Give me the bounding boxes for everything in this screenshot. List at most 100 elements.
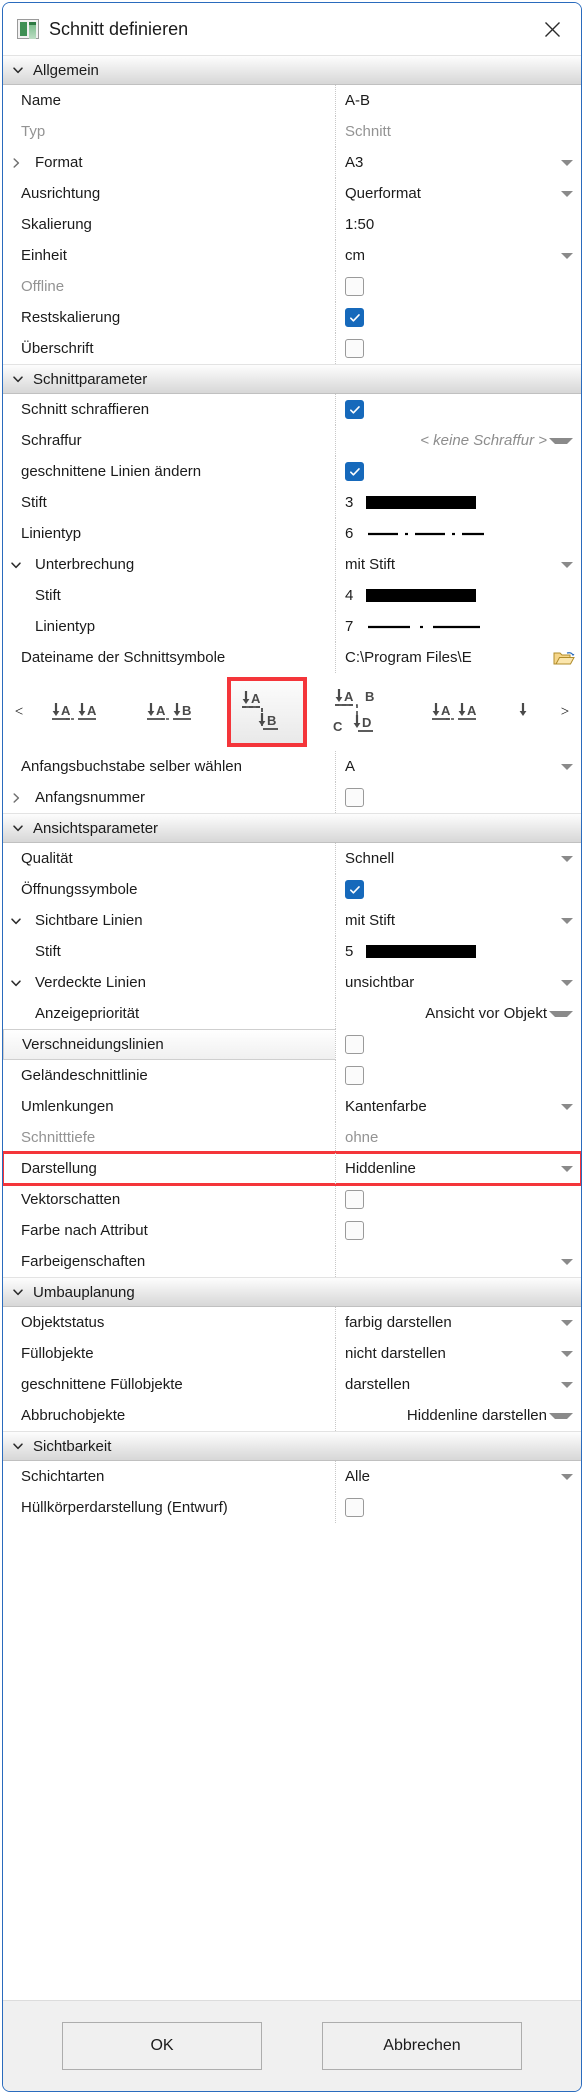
chevron-down-icon[interactable] xyxy=(9,558,23,572)
checkbox-gelaendeschnittlinie[interactable] xyxy=(335,1060,581,1091)
property-row[interactable]: AnzeigeprioritätAnsicht vor Objekt xyxy=(3,998,581,1029)
checkbox-box[interactable] xyxy=(345,1221,364,1240)
checkbox-farbe-nach-attribut[interactable] xyxy=(335,1215,581,1246)
property-row[interactable]: SchichtartenAlle xyxy=(3,1461,581,1492)
chevron-down-icon[interactable] xyxy=(561,764,573,770)
property-row[interactable]: Stift3 xyxy=(3,487,581,518)
property-row[interactable]: DarstellungHiddenline xyxy=(3,1153,581,1184)
property-row[interactable]: AusrichtungQuerformat xyxy=(3,178,581,209)
property-row[interactable]: Objektstatusfarbig darstellen xyxy=(3,1307,581,1338)
section-header-allgemein[interactable]: Allgemein xyxy=(3,55,581,85)
chevron-down-icon[interactable] xyxy=(561,918,573,924)
chevron-down-icon[interactable] xyxy=(549,438,573,444)
linetype-value-linientyp[interactable]: 7 xyxy=(335,611,581,642)
checkbox-vektorschatten[interactable] xyxy=(335,1184,581,1215)
pen-color-swatch[interactable] xyxy=(366,945,476,958)
pen-value-stift[interactable]: 4 xyxy=(335,580,581,611)
checkbox-box[interactable] xyxy=(345,277,364,296)
dropdown-abbruchobjekte[interactable]: Hiddenline darstellen xyxy=(335,1400,581,1431)
chevron-down-icon[interactable] xyxy=(561,1259,573,1265)
checkbox-geschnittene-linien-aendern[interactable] xyxy=(335,456,581,487)
property-row[interactable]: Farbeigenschaften xyxy=(3,1246,581,1277)
property-row[interactable]: Schraffur< keine Schraffur > xyxy=(3,425,581,456)
dropdown-geschnittene-fuellobjekte[interactable]: darstellen xyxy=(335,1369,581,1400)
checkbox-offline[interactable] xyxy=(335,271,581,302)
property-row[interactable]: Sichtbare Linienmit Stift xyxy=(3,905,581,936)
section-symbol-picker[interactable]: <AAABABABCDAA> xyxy=(3,673,581,751)
dropdown-ausrichtung[interactable]: Querformat xyxy=(335,178,581,209)
chevron-down-icon[interactable] xyxy=(561,1351,573,1357)
symbol-next-button[interactable]: > xyxy=(555,704,575,721)
dropdown-fuellobjekte[interactable]: nicht darstellen xyxy=(335,1338,581,1369)
checkbox-box[interactable] xyxy=(345,1035,364,1054)
symbol-partial-icon[interactable] xyxy=(515,680,545,744)
property-row[interactable]: TypSchnitt xyxy=(3,116,581,147)
checkbox-box[interactable] xyxy=(345,1498,364,1517)
property-row[interactable]: geschnittene Füllobjektedarstellen xyxy=(3,1369,581,1400)
chevron-down-icon[interactable] xyxy=(561,980,573,986)
symbol-a-a-icon[interactable]: AA xyxy=(40,680,114,744)
property-row[interactable]: Einheitcm xyxy=(3,240,581,271)
dropdown-anfangsbuchstabe-selber-waehlen[interactable]: A xyxy=(335,751,581,782)
dropdown-sichtbare-linien[interactable]: mit Stift xyxy=(335,905,581,936)
property-row[interactable]: Unterbrechungmit Stift xyxy=(3,549,581,580)
pen-value-stift[interactable]: 5 xyxy=(335,936,581,967)
close-icon[interactable] xyxy=(537,14,567,44)
checkbox-box[interactable] xyxy=(345,462,364,481)
property-row[interactable]: Stift4 xyxy=(3,580,581,611)
property-row[interactable]: Verdeckte Linienunsichtbar xyxy=(3,967,581,998)
property-row[interactable]: Vektorschatten xyxy=(3,1184,581,1215)
dropdown-anzeigeprioritaet[interactable]: Ansicht vor Objekt xyxy=(335,998,581,1029)
property-row[interactable]: Füllobjektenicht darstellen xyxy=(3,1338,581,1369)
dropdown-objektstatus[interactable]: farbig darstellen xyxy=(335,1307,581,1338)
symbol-a-b-stepped-icon[interactable]: AB xyxy=(230,680,304,744)
dropdown-schichtarten[interactable]: Alle xyxy=(335,1461,581,1492)
chevron-down-icon[interactable] xyxy=(561,160,573,166)
checkbox-box[interactable] xyxy=(345,788,364,807)
section-header-ansichtsparameter[interactable]: Ansichtsparameter xyxy=(3,813,581,843)
property-row[interactable]: FormatA3 xyxy=(3,147,581,178)
property-row[interactable]: NameA-B xyxy=(3,85,581,116)
property-row[interactable]: UmlenkungenKantenfarbe xyxy=(3,1091,581,1122)
property-row[interactable]: Geländeschnittlinie xyxy=(3,1060,581,1091)
pen-color-swatch[interactable] xyxy=(366,589,476,602)
property-row[interactable]: geschnittene Linien ändern xyxy=(3,456,581,487)
property-row[interactable]: Überschrift xyxy=(3,333,581,364)
chevron-down-icon[interactable] xyxy=(561,1166,573,1172)
properties-scroll-area[interactable]: AllgemeinNameA-BTypSchnittFormatA3Ausric… xyxy=(3,55,581,2000)
symbol-ab-cd-icon[interactable]: ABCD xyxy=(325,680,399,744)
cancel-button[interactable]: Abbrechen xyxy=(322,2022,522,2070)
property-row[interactable]: Dateiname der SchnittsymboleC:\Program F… xyxy=(3,642,581,673)
checkbox-box[interactable] xyxy=(345,339,364,358)
dropdown-einheit[interactable]: cm xyxy=(335,240,581,271)
chevron-down-icon[interactable] xyxy=(561,253,573,259)
symbol-a-a-alt-icon[interactable]: AA xyxy=(420,680,494,744)
checkbox-box[interactable] xyxy=(345,308,364,327)
dropdown-verdeckte-linien[interactable]: unsichtbar xyxy=(335,967,581,998)
checkbox-schnitt-schraffieren[interactable] xyxy=(335,394,581,425)
property-row[interactable]: Stift5 xyxy=(3,936,581,967)
chevron-down-icon[interactable] xyxy=(549,1413,573,1419)
property-row[interactable]: Schnitt schraffieren xyxy=(3,394,581,425)
property-row[interactable]: QualitätSchnell xyxy=(3,843,581,874)
chevron-down-icon[interactable] xyxy=(9,976,23,990)
chevron-down-icon[interactable] xyxy=(561,1320,573,1326)
dropdown-unterbrechung[interactable]: mit Stift xyxy=(335,549,581,580)
property-row[interactable]: Linientyp7 xyxy=(3,611,581,642)
folder-open-icon[interactable] xyxy=(553,649,575,667)
pen-value-stift[interactable]: 3 xyxy=(335,487,581,518)
property-row[interactable]: Offline xyxy=(3,271,581,302)
property-row[interactable]: Hüllkörperdarstellung (Entwurf) xyxy=(3,1492,581,1523)
checkbox-box[interactable] xyxy=(345,1190,364,1209)
chevron-right-icon[interactable] xyxy=(9,791,23,805)
dropdown-farbeigenschaften[interactable] xyxy=(335,1246,581,1277)
dropdown-qualitaet[interactable]: Schnell xyxy=(335,843,581,874)
section-header-sichtbarkeit[interactable]: Sichtbarkeit xyxy=(3,1431,581,1461)
chevron-down-icon[interactable] xyxy=(549,1011,573,1017)
symbol-a-b-icon[interactable]: AB xyxy=(135,680,209,744)
section-header-umbauplanung[interactable]: Umbauplanung xyxy=(3,1277,581,1307)
chevron-down-icon[interactable] xyxy=(561,562,573,568)
checkbox-restskalierung[interactable] xyxy=(335,302,581,333)
checkbox-box[interactable] xyxy=(345,880,364,899)
dropdown-darstellung[interactable]: Hiddenline xyxy=(335,1153,581,1184)
